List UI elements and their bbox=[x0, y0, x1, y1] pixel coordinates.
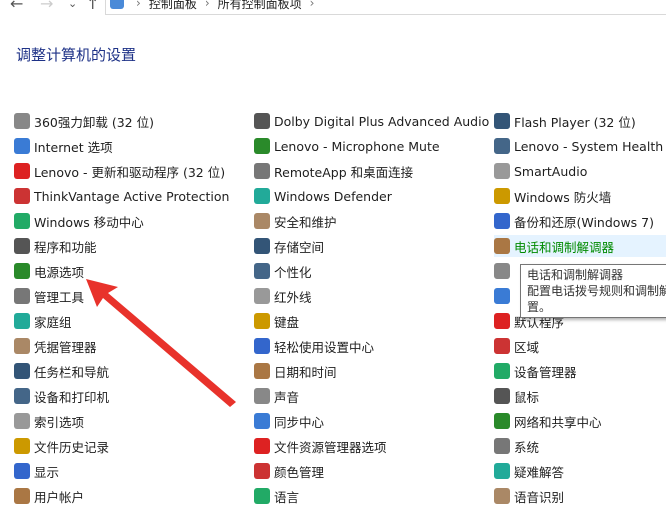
red-arrow-annotation bbox=[86, 279, 236, 407]
